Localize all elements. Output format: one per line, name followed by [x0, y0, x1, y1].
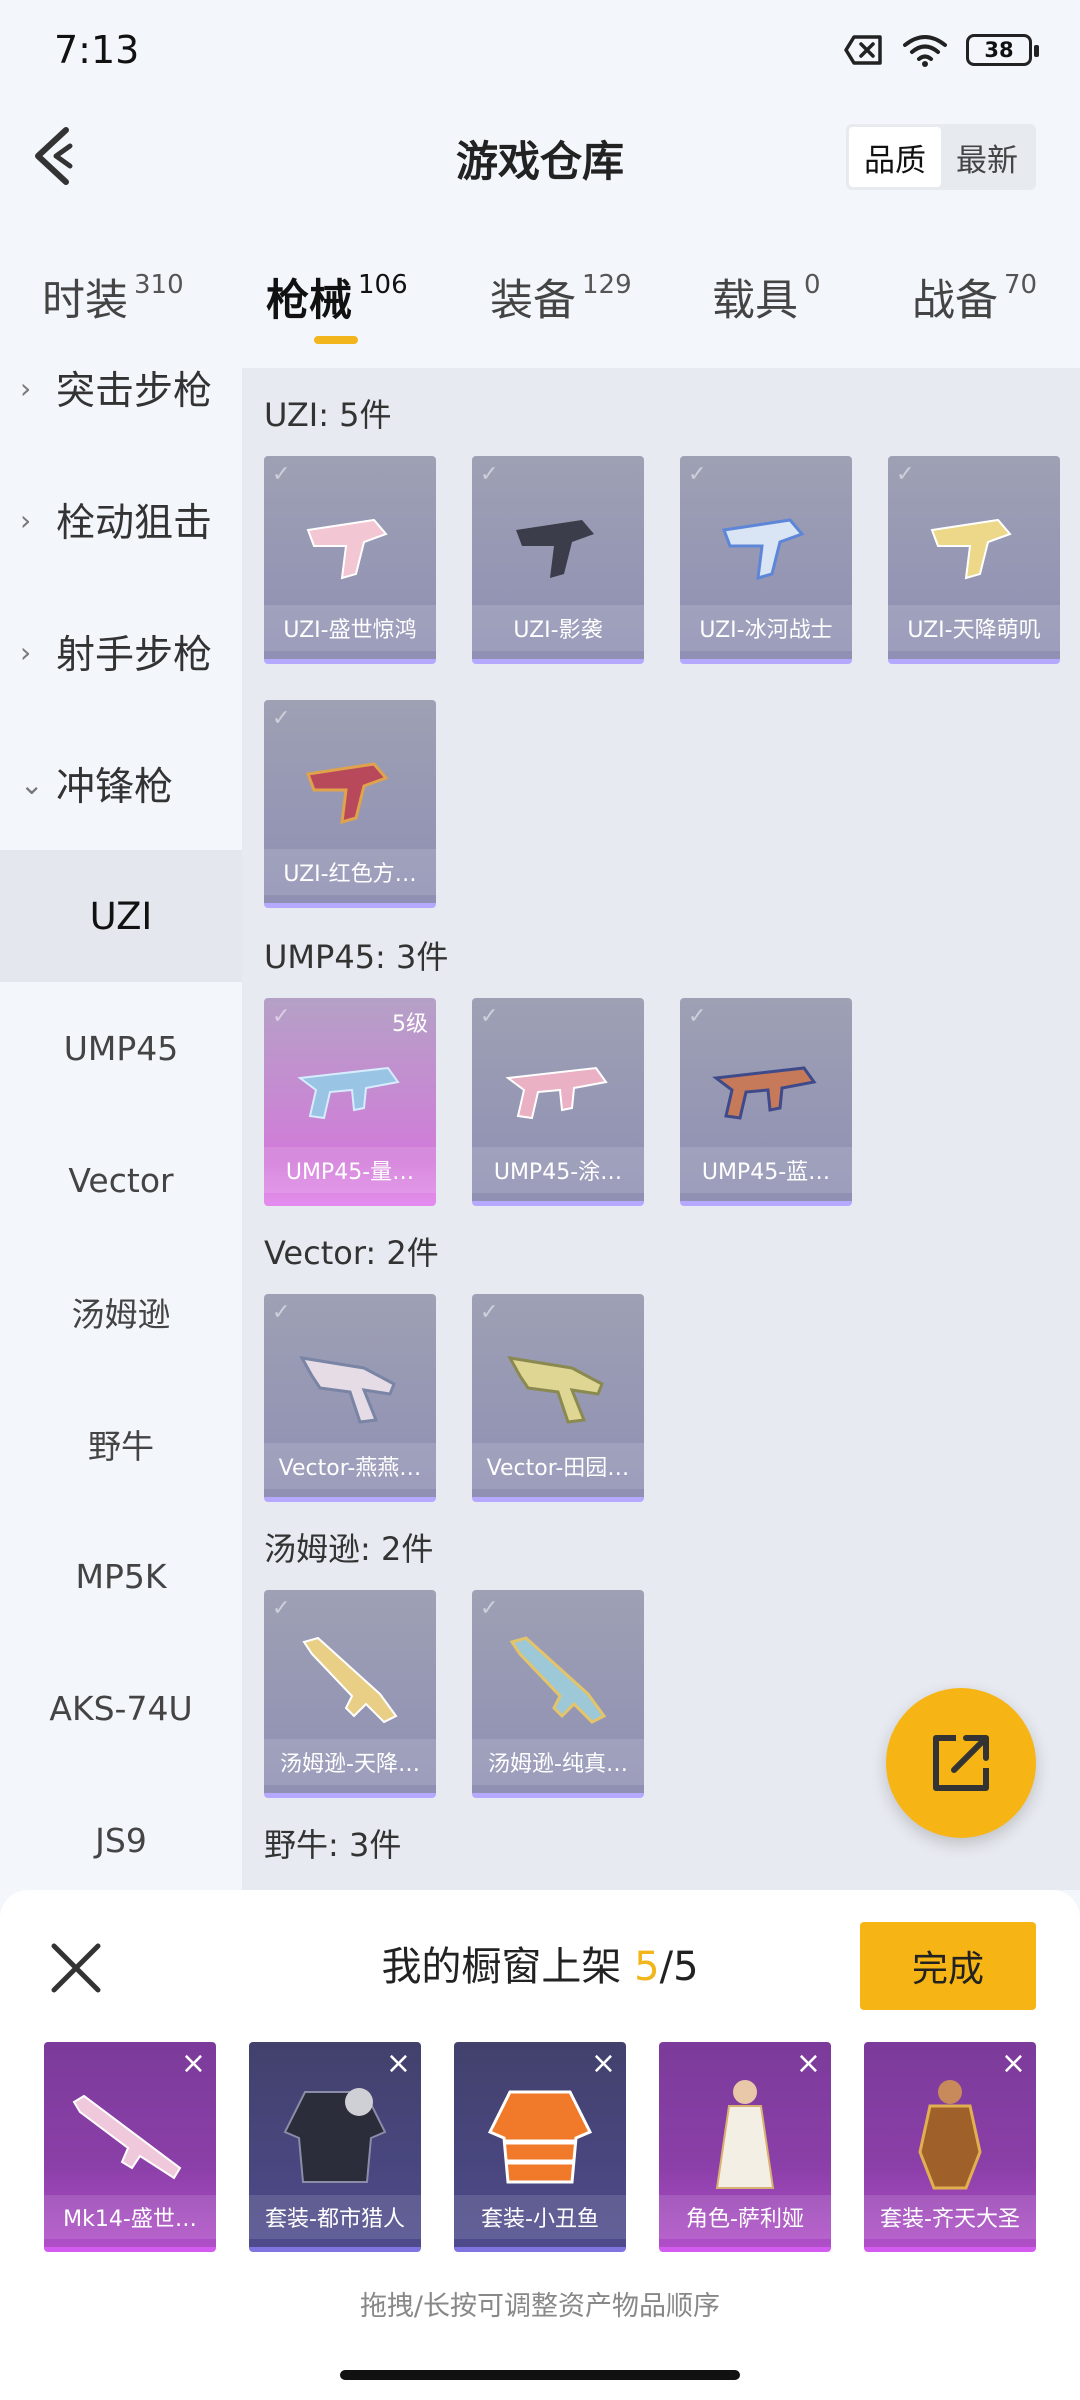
reorder-hint: 拖拽/长按可调整资产物品顺序 — [359, 2291, 721, 2322]
showcase-item[interactable]: × 套装-齐天大圣 — [864, 2042, 1036, 2252]
sidebar-category-smg[interactable]: ⌄ 冲锋枪 — [0, 718, 242, 850]
sidebar-item-uzi[interactable]: UZI — [0, 850, 242, 982]
smg-icon — [505, 1066, 608, 1120]
page-title: 游戏仓库 — [455, 136, 624, 186]
sim-disabled-icon — [844, 35, 882, 65]
sort-toggle: 品质 最新 — [846, 124, 1036, 190]
tab-vehicles[interactable]: 载具 0 — [712, 266, 821, 328]
clock: 7:13 — [54, 28, 140, 72]
item-card[interactable]: ✓ UZI-盛世惊鸿 — [264, 456, 436, 664]
smg-icon — [306, 518, 388, 580]
item-card[interactable]: ✓ UZI-天降萌叽 — [888, 456, 1060, 664]
chevron-right-icon: › — [20, 503, 32, 537]
tab-weapons[interactable]: 枪械 106 — [266, 266, 408, 328]
check-icon: ✓ — [272, 462, 291, 487]
group-title: UMP45: 3件 — [264, 938, 449, 976]
outfit-icon — [283, 2088, 387, 2183]
smg-icon — [299, 1356, 396, 1424]
item-card[interactable]: ✓ UZI-影袭 — [472, 456, 644, 664]
battery-indicator: 38 — [966, 34, 1039, 66]
group-title: 汤姆逊: 2件 — [264, 1530, 434, 1568]
active-tab-indicator — [314, 336, 358, 344]
tab-equipment[interactable]: 装备 129 — [490, 266, 632, 328]
smg-icon — [930, 518, 1012, 580]
check-icon: ✓ — [480, 1004, 499, 1029]
sidebar-item-js9[interactable]: JS9 — [0, 1774, 242, 1890]
check-icon: ✓ — [272, 1300, 291, 1325]
item-card[interactable]: ✓ UZI-冰河战士 — [680, 456, 852, 664]
chevron-right-icon: › — [20, 371, 32, 405]
status-bar: 7:13 38 — [0, 0, 1080, 100]
character-icon — [918, 2080, 982, 2190]
sidebar-category-bolt-sniper[interactable]: › 栓动狙击 — [0, 454, 242, 586]
showcase-panel: 我的橱窗上架 5/5 完成 × Mk14-盛世… × 套装-都市猎人 × 套装-… — [0, 1890, 1080, 2400]
smg-icon — [305, 762, 389, 825]
category-tabs: 时装 310 枪械 106 装备 129 载具 0 战备 70 — [0, 250, 1080, 346]
home-indicator[interactable] — [340, 2370, 740, 2380]
item-card[interactable]: ✓ 汤姆逊-纯真… — [472, 1590, 644, 1798]
check-icon: ✓ — [688, 462, 707, 487]
item-card[interactable]: ✓ 5级 UMP45-量… — [264, 998, 436, 1206]
external-link-icon — [933, 1735, 989, 1791]
check-icon: ✓ — [896, 462, 915, 487]
item-card[interactable]: ✓ UMP45-涂… — [472, 998, 644, 1206]
outfit-icon — [487, 2090, 593, 2184]
sidebar: › 突击步枪 › 栓动狙击 › 射手步枪 ⌄ 冲锋枪 UZI UMP45 Vec… — [0, 368, 242, 1890]
sidebar-item-bizon[interactable]: 野牛 — [0, 1378, 242, 1510]
smg-icon — [507, 1356, 604, 1424]
smg-icon — [297, 1066, 400, 1120]
showcase-item[interactable]: × 角色-萨利娅 — [659, 2042, 831, 2252]
item-card[interactable]: ✓ Vector-燕燕… — [264, 1294, 436, 1502]
showcase-item[interactable]: × 套装-都市猎人 — [249, 2042, 421, 2252]
item-card[interactable]: ✓ Vector-田园… — [472, 1294, 644, 1502]
item-card[interactable]: ✓ UMP45-蓝… — [680, 998, 852, 1206]
group-title: UZI: 5件 — [264, 396, 392, 434]
wifi-icon — [903, 35, 947, 67]
tab-fashion[interactable]: 时装 310 — [42, 266, 184, 328]
check-icon: ✓ — [480, 462, 499, 487]
showcase-item[interactable]: × 套装-小丑鱼 — [454, 2042, 626, 2252]
tab-gear[interactable]: 战备 70 — [912, 266, 1037, 328]
group-title: Vector: 2件 — [264, 1234, 439, 1272]
chevron-right-icon: › — [20, 635, 32, 669]
sidebar-category-marksman-rifle[interactable]: › 射手步枪 — [0, 586, 242, 718]
group-title: 野牛: 3件 — [264, 1826, 402, 1864]
sidebar-item-mp5k[interactable]: MP5K — [0, 1510, 242, 1642]
item-card[interactable]: ✓ 汤姆逊-天降… — [264, 1590, 436, 1798]
item-grid: UZI: 5件 ✓ UZI-盛世惊鸿 ✓ UZI-影袭 ✓ UZI-冰河战士 ✓… — [242, 368, 1080, 1890]
check-icon: ✓ — [272, 1596, 291, 1621]
check-icon: ✓ — [688, 1004, 707, 1029]
smg-icon — [509, 1636, 607, 1724]
smg-icon — [516, 520, 594, 578]
sidebar-item-aks74u[interactable]: AKS-74U — [0, 1642, 242, 1774]
check-icon: ✓ — [480, 1596, 499, 1621]
smg-icon — [712, 1066, 817, 1120]
chevron-down-icon: ⌄ — [20, 767, 44, 801]
smg-icon — [721, 518, 805, 581]
smg-icon — [302, 1636, 398, 1724]
sidebar-item-vector[interactable]: Vector — [0, 1114, 242, 1246]
share-button[interactable] — [886, 1688, 1036, 1838]
sort-newest-button[interactable]: 最新 — [941, 127, 1033, 187]
item-card[interactable]: ✓ UZI-红色方… — [264, 700, 436, 908]
check-icon: ✓ — [480, 1300, 499, 1325]
sidebar-item-ump45[interactable]: UMP45 — [0, 982, 242, 1114]
showcase-item[interactable]: × Mk14-盛世… — [44, 2042, 216, 2252]
check-icon: ✓ — [272, 1004, 291, 1029]
sidebar-category-assault-rifle[interactable]: › 突击步枪 — [0, 368, 242, 454]
rifle-icon — [72, 2094, 182, 2180]
character-icon — [715, 2080, 775, 2189]
header: 游戏仓库 品质 最新 — [0, 110, 1080, 206]
done-button[interactable]: 完成 — [860, 1922, 1036, 2010]
sidebar-item-thompson[interactable]: 汤姆逊 — [0, 1246, 242, 1378]
check-icon: ✓ — [272, 706, 291, 731]
back-icon[interactable] — [26, 124, 86, 188]
sort-quality-button[interactable]: 品质 — [849, 127, 941, 187]
